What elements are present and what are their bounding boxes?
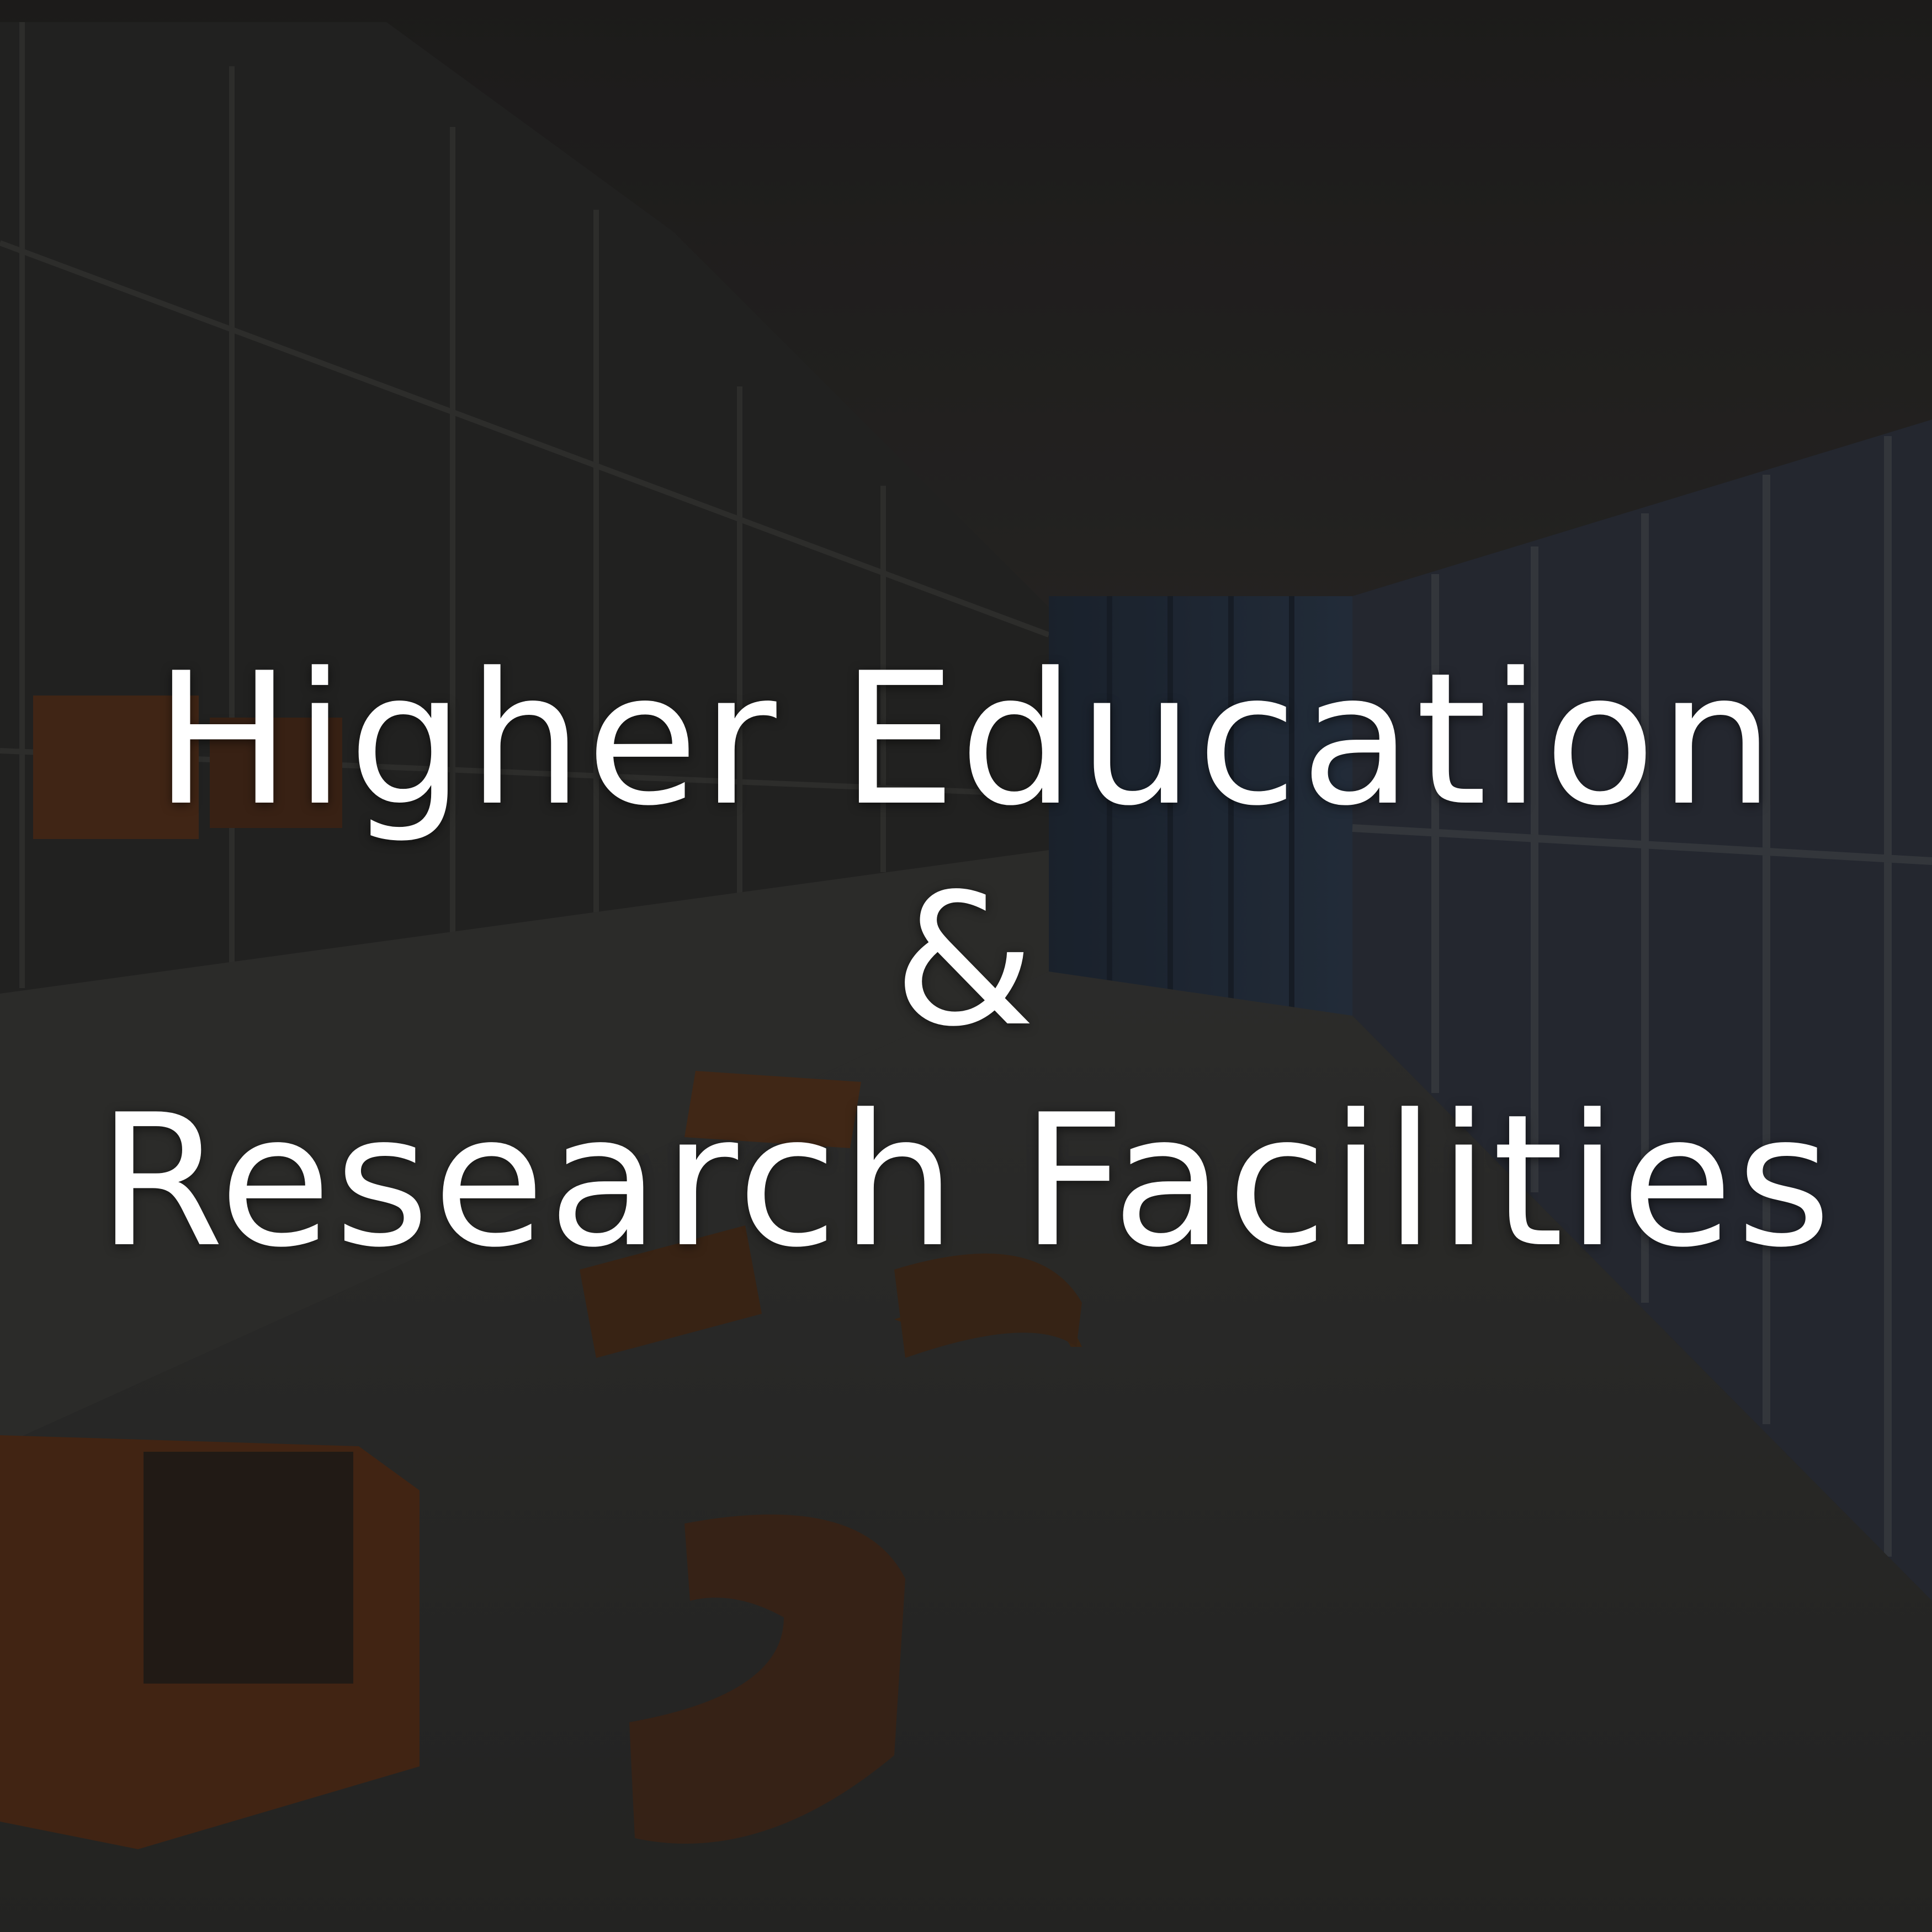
caption-line-1: Higher Education xyxy=(154,634,1778,846)
caption-line-2: & xyxy=(893,854,1039,1066)
tile-caption: Higher Education & Research Facilities xyxy=(0,629,1932,1292)
category-tile[interactable]: Higher Education & Research Facilities xyxy=(0,0,1932,1932)
caption-line-3: Research Facilities xyxy=(97,1075,1835,1287)
